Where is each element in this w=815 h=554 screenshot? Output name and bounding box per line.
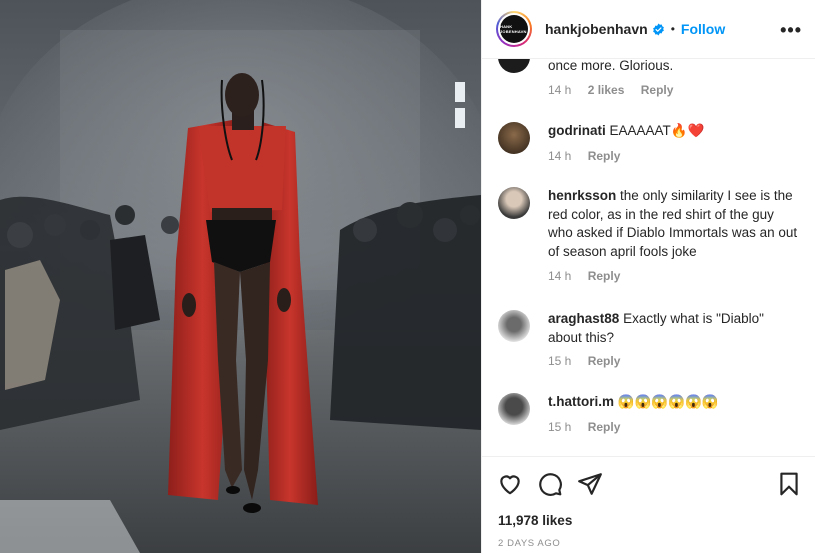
post-timestamp[interactable]: 2 DAYS AGO [498, 538, 560, 549]
commenter-avatar[interactable] [498, 187, 530, 219]
separator-dot: • [670, 22, 675, 36]
commenter-avatar[interactable] [498, 122, 530, 154]
comment-time: 14 h [548, 269, 572, 283]
comment-likes[interactable]: 2 likes [588, 83, 625, 97]
reply-button[interactable]: Reply [588, 420, 621, 434]
brand-logo: HANK JOBENHAVN [500, 15, 528, 43]
reply-button[interactable]: Reply [588, 269, 621, 283]
comment-body: henrksson the only similarity I see is t… [548, 187, 798, 261]
more-options-button[interactable]: ••• [780, 20, 802, 41]
comment-bubble-icon[interactable] [537, 471, 563, 497]
comment-time: 15 h [548, 420, 572, 434]
commenter-username[interactable]: henrksson [548, 188, 616, 203]
reply-button[interactable]: Reply [588, 149, 621, 163]
comment-text: 😱😱😱😱😱😱 [617, 394, 719, 409]
commenter-avatar[interactable] [498, 393, 530, 425]
comment-time: 14 h [548, 149, 572, 163]
comment-text: once more. Glorious. [548, 59, 674, 73]
comment-body: godrinati EAAAAAT🔥❤️ [548, 122, 798, 141]
commenter-avatar[interactable] [498, 310, 530, 342]
comment-meta: 14 h Reply [548, 149, 633, 163]
comment-body: araghast88 Exactly what is "Diablo" abou… [548, 310, 798, 347]
reply-button[interactable]: Reply [588, 354, 621, 368]
comment-body: t.hattori.m 😱😱😱😱😱😱 [548, 393, 798, 412]
like-count[interactable]: 11,978 likes [498, 513, 572, 528]
commenter-username[interactable]: t.hattori.m [548, 394, 614, 409]
comment-time: 14 h [548, 83, 572, 97]
commenter-username[interactable]: araghast88 [548, 311, 619, 326]
comments-list[interactable]: once more. Glorious. 14 h 2 likes Reply … [482, 59, 815, 456]
comment-text: EAAAAAT🔥❤️ [609, 123, 705, 138]
verified-badge-icon [652, 23, 664, 35]
post-view: HANK JOBENHAVN hankjobenhavn • Follow ••… [0, 0, 815, 553]
post-side-panel: HANK JOBENHAVN hankjobenhavn • Follow ••… [481, 0, 815, 553]
comment-meta: 14 h 2 likes Reply [548, 83, 686, 97]
bookmark-icon[interactable] [776, 471, 802, 497]
post-actions: 11,978 likes 2 DAYS AGO [482, 456, 815, 554]
comment-meta: 14 h Reply [548, 269, 633, 283]
comment-time: 15 h [548, 354, 572, 368]
follow-button[interactable]: Follow [681, 21, 725, 37]
profile-avatar[interactable]: HANK JOBENHAVN [496, 11, 532, 47]
commenter-username[interactable]: godrinati [548, 123, 606, 138]
paper-plane-icon[interactable] [577, 471, 603, 497]
post-header: HANK JOBENHAVN hankjobenhavn • Follow ••… [482, 0, 815, 59]
comment-meta: 15 h Reply [548, 420, 633, 434]
post-photo[interactable] [0, 0, 481, 553]
commenter-avatar[interactable] [498, 59, 530, 73]
comment-meta: 15 h Reply [548, 354, 633, 368]
author-username[interactable]: hankjobenhavn [545, 21, 648, 37]
reply-button[interactable]: Reply [641, 83, 674, 97]
heart-icon[interactable] [497, 471, 523, 497]
logo-text: HANK JOBENHAVN [500, 24, 527, 34]
